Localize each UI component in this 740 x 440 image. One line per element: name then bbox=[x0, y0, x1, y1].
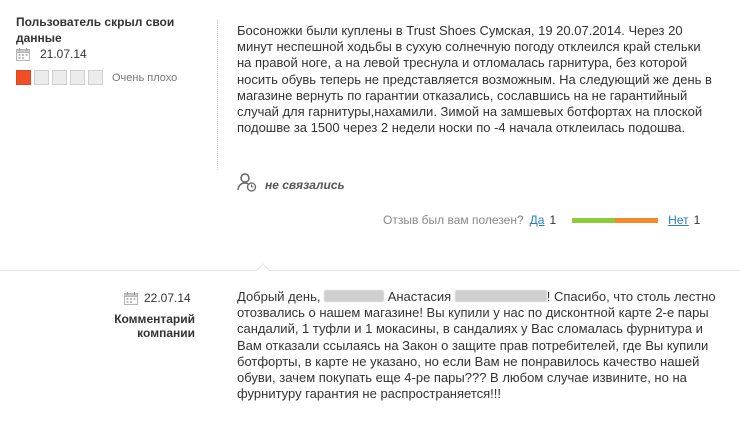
review-author: Пользователь скрыл свои данные bbox=[16, 15, 175, 45]
helpful-yes-count: 1 bbox=[549, 213, 557, 227]
company-reply-date-text: 22.07.14 bbox=[144, 291, 191, 305]
reply-greeting: Добрый день, bbox=[237, 289, 321, 304]
agent-clock-icon bbox=[237, 172, 257, 197]
helpful-ratio-bar bbox=[572, 217, 659, 223]
rating-square-3 bbox=[52, 70, 67, 85]
review-status: не связались bbox=[237, 172, 345, 197]
redacted-name bbox=[324, 290, 385, 302]
helpful-ratio-no bbox=[615, 217, 659, 223]
review-card: Пользователь скрыл свои данные 21.07.14 … bbox=[0, 0, 740, 270]
company-reply: 22.07.14 Комментарий компании Добрый ден… bbox=[0, 272, 740, 440]
calendar-icon bbox=[16, 47, 30, 61]
helpful-ratio-yes bbox=[572, 217, 616, 223]
review-date-text: 21.07.14 bbox=[40, 47, 87, 61]
company-reply-date: 22.07.14 bbox=[124, 291, 191, 305]
rating-stars: Очень плохо bbox=[16, 70, 177, 85]
reply-name: Анастасия bbox=[387, 289, 452, 304]
review-date: 21.07.14 bbox=[16, 46, 87, 62]
helpful-yes-link[interactable]: Да bbox=[530, 213, 545, 227]
helpful-no-link[interactable]: Нет bbox=[668, 213, 688, 227]
calendar-icon bbox=[124, 291, 138, 305]
reply-body: ! Спасибо, что столь лестно отозвались о… bbox=[237, 289, 716, 402]
rating-square-4 bbox=[70, 70, 85, 85]
company-comment-label: Комментарий компании bbox=[114, 312, 195, 340]
company-reply-text: Добрый день, Анастасия ! Спасибо, что ст… bbox=[237, 289, 727, 402]
rating-label: Очень плохо bbox=[112, 71, 178, 84]
speech-notch bbox=[256, 263, 270, 271]
rating-square-2 bbox=[34, 70, 49, 85]
review-text: Босоножки были куплены в Trust Shoes Сум… bbox=[237, 23, 712, 136]
helpful-no-count: 1 bbox=[693, 213, 701, 227]
column-divider bbox=[217, 20, 218, 170]
helpful-vote: Отзыв был вам полезен? Да 1 Нет 1 bbox=[383, 211, 718, 229]
helpful-question: Отзыв был вам полезен? bbox=[383, 213, 524, 227]
redacted-surname bbox=[454, 290, 547, 302]
status-label: не связались bbox=[265, 177, 345, 192]
rating-square-1 bbox=[16, 70, 31, 85]
section-separator bbox=[0, 270, 740, 271]
rating-square-5 bbox=[88, 70, 103, 85]
